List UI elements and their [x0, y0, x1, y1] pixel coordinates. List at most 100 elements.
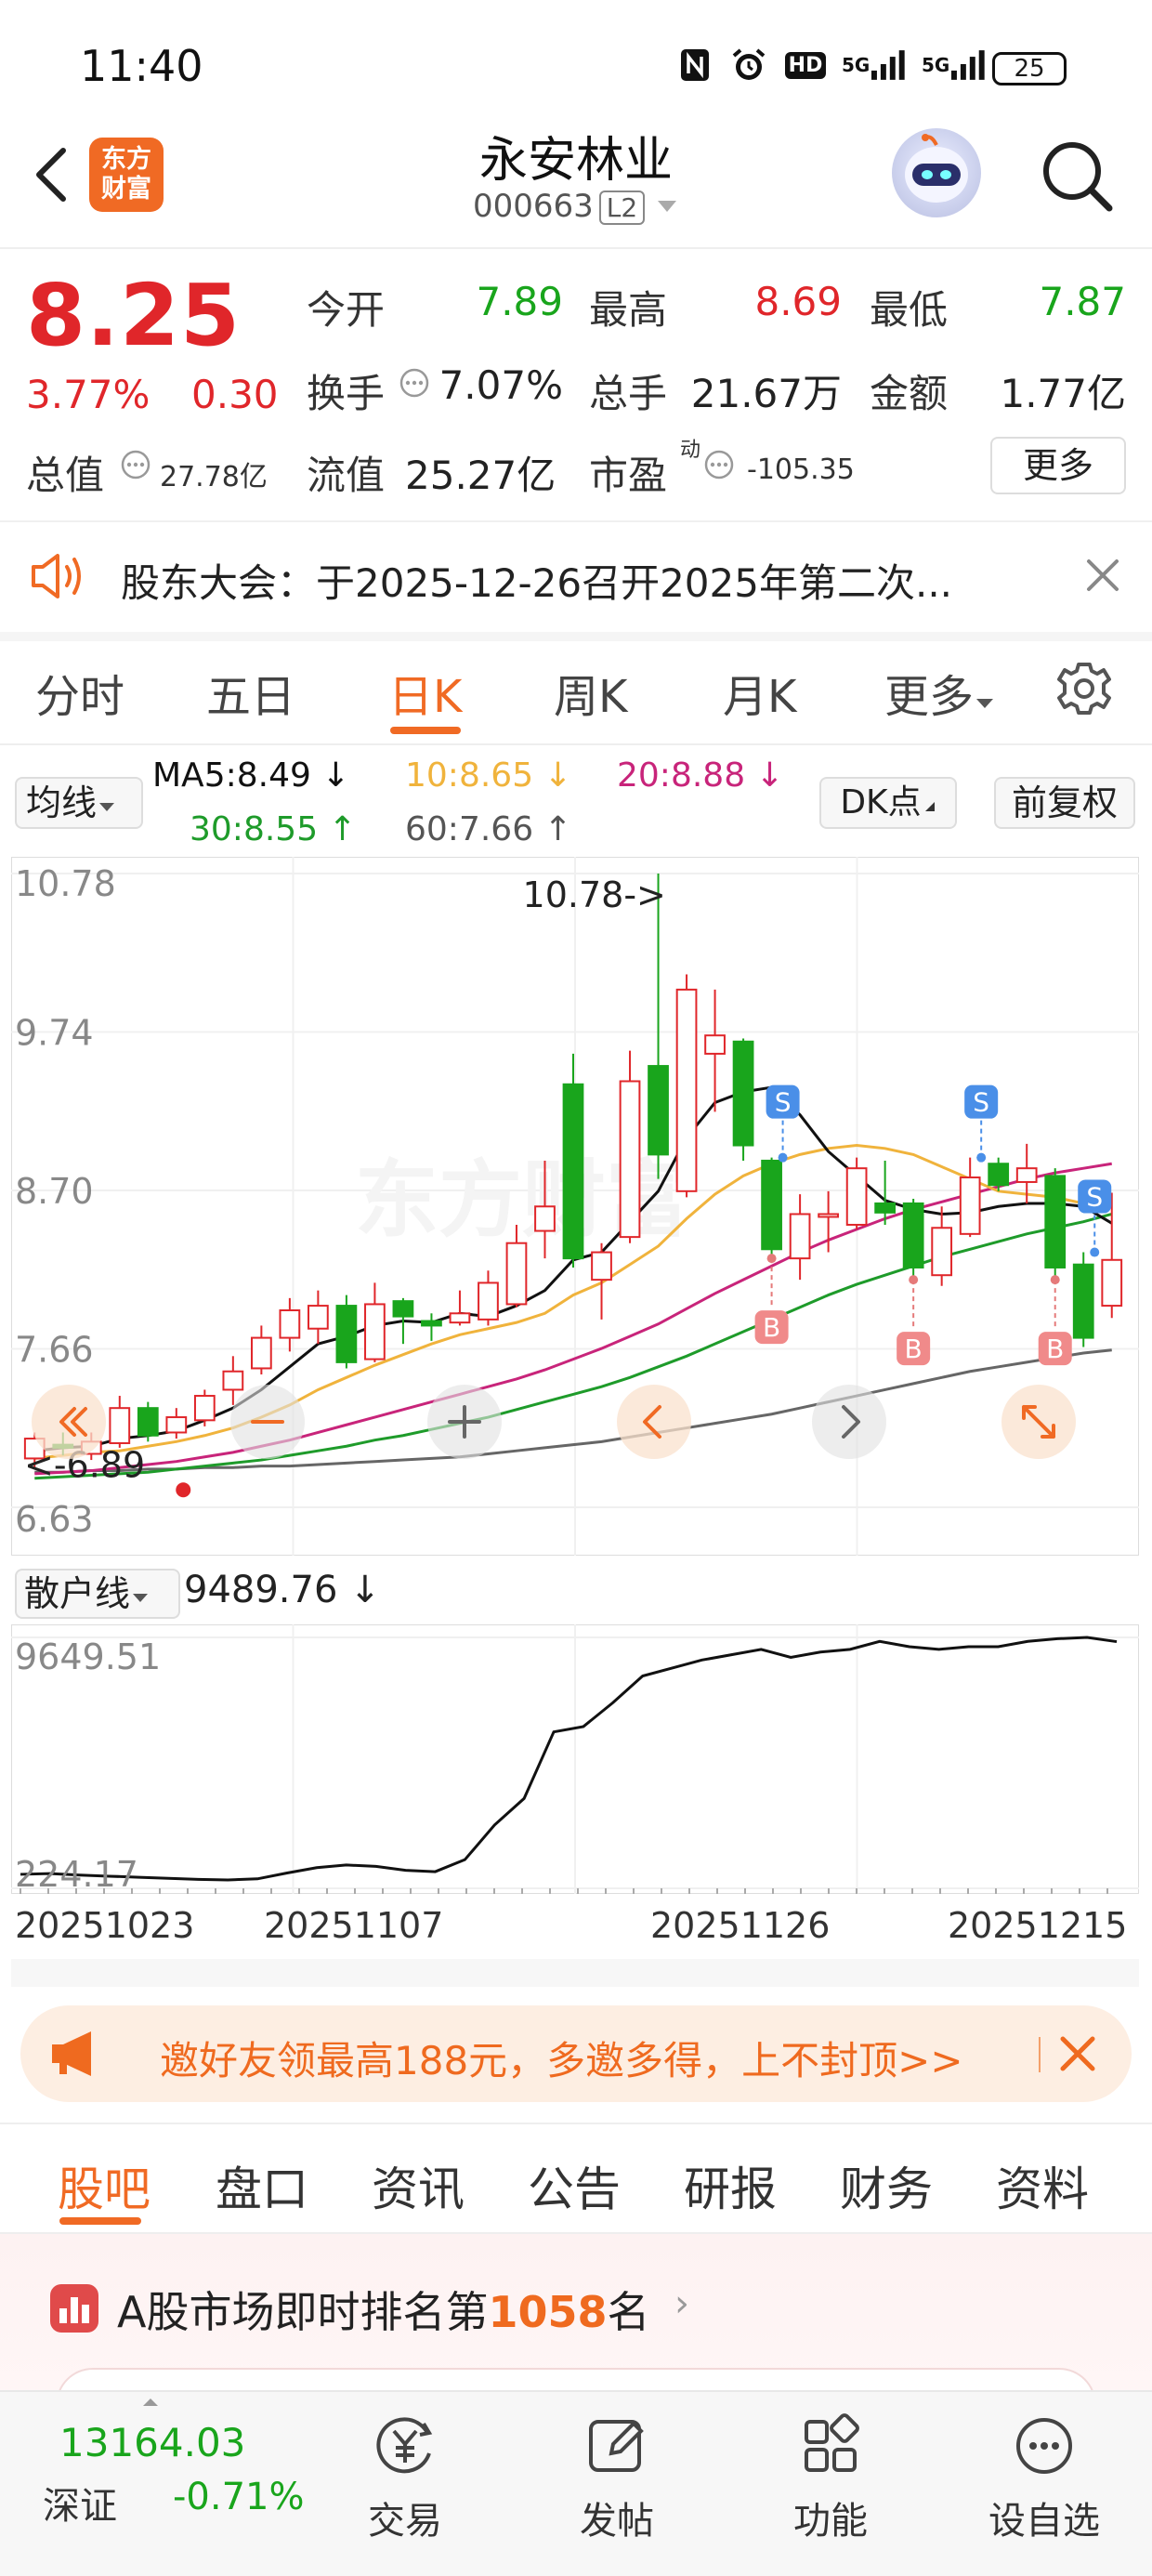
sub-y-tick-label: 224.17 — [15, 1854, 138, 1894]
promo-text[interactable]: 邀好友领最高188元，多邀多得，上不封顶>> — [160, 2030, 963, 2086]
tab-forum[interactable]: 股吧 — [58, 2152, 151, 2219]
tab-five-day[interactable]: 五日 — [206, 660, 295, 725]
ma5-value: MA5:8.49 ↓ — [152, 756, 350, 795]
notice-text[interactable]: 股东大会：于2025-12-26召开2025年第二次... — [121, 552, 952, 609]
control-bg — [32, 1385, 106, 1459]
tab-monthly-k[interactable]: 月K — [723, 660, 796, 725]
low-value: 7.87 — [1039, 279, 1126, 324]
buy-signal-text: B — [905, 1334, 923, 1364]
expand-button[interactable] — [1001, 1385, 1076, 1459]
hd-icon: HD — [782, 46, 829, 84]
sub-indicator-select[interactable]: 散户线 — [15, 1569, 180, 1619]
info-icon-2[interactable] — [119, 448, 152, 485]
candle-up — [704, 1034, 726, 1055]
tab-profile[interactable]: 资料 — [996, 2152, 1089, 2219]
candle-up — [789, 1213, 811, 1260]
tab-order-book[interactable]: 盘口 — [216, 2152, 308, 2219]
index-name[interactable]: 深证 — [43, 2476, 117, 2530]
close-icon — [1087, 559, 1119, 591]
tab-financials[interactable]: 财务 — [840, 2152, 933, 2219]
more-quote-button[interactable]: 更多 — [990, 437, 1126, 494]
double-left-button[interactable] — [32, 1385, 106, 1459]
nav-functions[interactable]: 功能 — [756, 2403, 905, 2561]
candle-up — [279, 1309, 301, 1339]
nav-functions-label: 功能 — [793, 2500, 868, 2543]
arrow-down-icon: ↓ — [321, 756, 350, 795]
candle-down — [137, 1407, 159, 1437]
chart-settings-button[interactable] — [1054, 658, 1115, 723]
indicator-select[interactable]: 均线 — [15, 777, 143, 829]
ma30-text: 30:8.55 — [190, 810, 319, 848]
zoom-in-button[interactable] — [427, 1385, 502, 1459]
assistant-avatar[interactable] — [892, 128, 981, 217]
tab-research[interactable]: 研报 — [684, 2152, 777, 2219]
gear-icon — [1057, 663, 1111, 715]
kline-chart[interactable]: 东方财富 S SSBB B 10.789.748.707.666.63 10.78-… — [11, 857, 1139, 1556]
candle-down — [761, 1159, 782, 1251]
candle-up — [959, 1176, 981, 1235]
caret-down-icon — [133, 1594, 149, 1602]
back-button[interactable] — [26, 138, 82, 212]
ma20-text: 20:8.88 — [617, 756, 746, 795]
search-button[interactable] — [1037, 136, 1117, 216]
candle-up — [478, 1281, 499, 1321]
zoom-out-button[interactable] — [230, 1385, 305, 1459]
more-dots-icon — [1016, 2418, 1072, 2474]
retail-line-chart[interactable]: 9649.51 224.17 — [11, 1624, 1139, 1894]
sell-signal-text: S — [973, 1087, 989, 1118]
hd-text: HD — [784, 51, 827, 79]
adjust-mode-button[interactable]: 前复权 — [994, 777, 1135, 829]
stock-code-row[interactable]: 000663 L2 — [390, 188, 762, 225]
dk-point-button[interactable]: DK点 — [819, 777, 957, 829]
tab-intraday[interactable]: 分时 — [35, 660, 124, 725]
prev-button[interactable] — [617, 1385, 691, 1459]
candle-up — [931, 1227, 953, 1277]
content-tabs-divider — [0, 2123, 1152, 2124]
candle-down — [421, 1320, 442, 1327]
notice-close-button[interactable] — [1080, 552, 1126, 598]
arrow-up-icon: ↑ — [543, 810, 572, 848]
nfc-icon — [676, 46, 713, 84]
x-tick-label: 20251215 — [948, 1905, 1128, 1946]
chevron-right-icon[interactable]: › — [674, 2282, 689, 2325]
alarm-icon — [728, 46, 769, 84]
tab-more[interactable]: 更多 — [884, 660, 996, 725]
x-tick-label: 20251023 — [15, 1905, 195, 1946]
candle-up — [222, 1370, 244, 1391]
nav-trade[interactable]: 交易 — [331, 2403, 479, 2561]
triangle-up-icon — [139, 2394, 162, 2412]
buy-signal-text: B — [763, 1312, 780, 1343]
candle-up — [1015, 1167, 1038, 1183]
mktcap-label: 总值 — [26, 453, 105, 498]
indicator-select-label: 均线 — [26, 782, 98, 823]
tab-daily-k[interactable]: 日K — [388, 660, 462, 725]
market-rank[interactable]: A股市场即时排名第1058名 — [117, 2279, 650, 2340]
next-button[interactable] — [812, 1385, 886, 1459]
candle-up — [308, 1305, 329, 1330]
candle-up — [818, 1213, 839, 1218]
nav-add-watchlist[interactable]: 设自选 — [970, 2403, 1119, 2561]
sub-value-text: 9489.76 — [184, 1569, 338, 1611]
candle-up — [845, 1167, 868, 1226]
sub-indicator-label: 散户线 — [24, 1573, 131, 1614]
index-change[interactable]: -0.71% — [173, 2476, 305, 2518]
low-price-dot — [176, 1482, 191, 1498]
caret-down-icon — [658, 201, 677, 212]
edit-icon — [589, 2420, 644, 2472]
close-icon — [1060, 2036, 1095, 2071]
app-logo[interactable]: 东方财富 — [89, 138, 164, 212]
candle-up — [675, 988, 698, 1192]
stock-code: 000663 — [472, 188, 594, 225]
ma10-value: 10:8.65 ↓ — [405, 756, 572, 795]
tab-announcements[interactable]: 公告 — [528, 2152, 621, 2219]
info-icon-3[interactable] — [702, 448, 736, 485]
tab-weekly-k[interactable]: 周K — [554, 660, 627, 725]
control-bg — [812, 1385, 886, 1459]
promo-close-button[interactable] — [1054, 2030, 1102, 2078]
ma60-text: 60:7.66 — [405, 810, 534, 848]
tab-news[interactable]: 资讯 — [372, 2152, 465, 2219]
index-value[interactable]: 13164.03 — [59, 2420, 245, 2465]
nav-post[interactable]: 发帖 — [543, 2403, 691, 2561]
candle-down — [1044, 1175, 1067, 1268]
info-icon[interactable] — [398, 366, 431, 403]
